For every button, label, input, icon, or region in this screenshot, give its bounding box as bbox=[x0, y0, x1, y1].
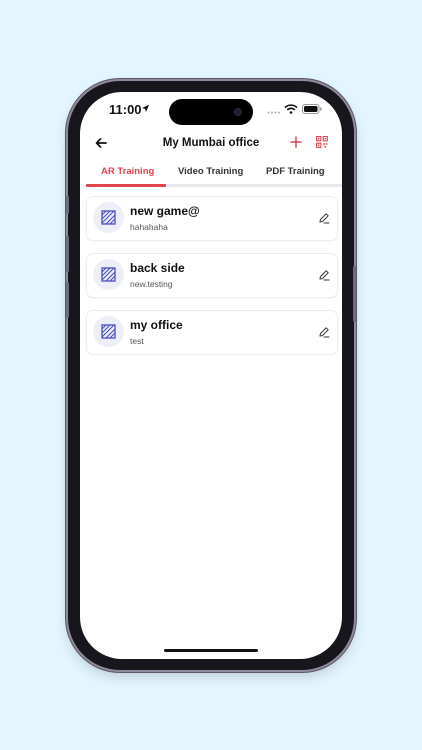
top-nav-bar: My Mumbai office bbox=[80, 130, 342, 160]
item-title: my office bbox=[130, 318, 183, 332]
app-screen: 11:00 My Mumbai office AR Training Video… bbox=[80, 92, 342, 659]
training-list: new game@ hahahaha back side new.testing bbox=[86, 196, 338, 367]
item-avatar bbox=[93, 202, 124, 233]
training-tabs: AR Training Video Training PDF Training bbox=[80, 161, 342, 187]
plus-icon[interactable] bbox=[290, 136, 302, 148]
home-indicator[interactable] bbox=[164, 649, 258, 652]
item-avatar bbox=[93, 259, 124, 290]
phone-power-button bbox=[353, 266, 356, 322]
tab-pdf-training[interactable]: PDF Training bbox=[266, 166, 325, 177]
qr-code-icon[interactable] bbox=[316, 136, 328, 148]
page-title: My Mumbai office bbox=[162, 137, 260, 149]
edit-pencil-icon[interactable] bbox=[318, 326, 330, 338]
location-arrow-icon bbox=[141, 104, 150, 113]
phone-volume-down bbox=[66, 282, 69, 318]
ar-model-icon bbox=[101, 210, 116, 225]
item-title: back side bbox=[130, 261, 185, 275]
wifi-icon bbox=[284, 104, 298, 114]
status-time: 11:00 bbox=[109, 102, 142, 117]
item-subtitle: hahahaha bbox=[130, 222, 168, 232]
tab-active-indicator bbox=[86, 184, 166, 187]
list-item[interactable]: back side new.testing bbox=[86, 253, 338, 298]
list-item[interactable]: new game@ hahahaha bbox=[86, 196, 338, 241]
dynamic-island bbox=[169, 99, 253, 125]
tab-video-training[interactable]: Video Training bbox=[178, 166, 243, 177]
edit-pencil-icon[interactable] bbox=[318, 269, 330, 281]
tab-ar-training[interactable]: AR Training bbox=[101, 166, 154, 177]
signal-dots-icon bbox=[267, 111, 280, 114]
ar-model-icon bbox=[101, 324, 116, 339]
ar-model-icon bbox=[101, 267, 116, 282]
battery-icon bbox=[302, 104, 322, 114]
camera-dot bbox=[234, 108, 242, 116]
item-subtitle: test bbox=[130, 336, 144, 346]
phone-side-button bbox=[66, 196, 69, 214]
item-subtitle: new.testing bbox=[130, 279, 173, 289]
item-title: new game@ bbox=[130, 204, 200, 218]
edit-pencil-icon[interactable] bbox=[318, 212, 330, 224]
list-item[interactable]: my office test bbox=[86, 310, 338, 355]
phone-volume-up bbox=[66, 236, 69, 272]
item-avatar bbox=[93, 316, 124, 347]
